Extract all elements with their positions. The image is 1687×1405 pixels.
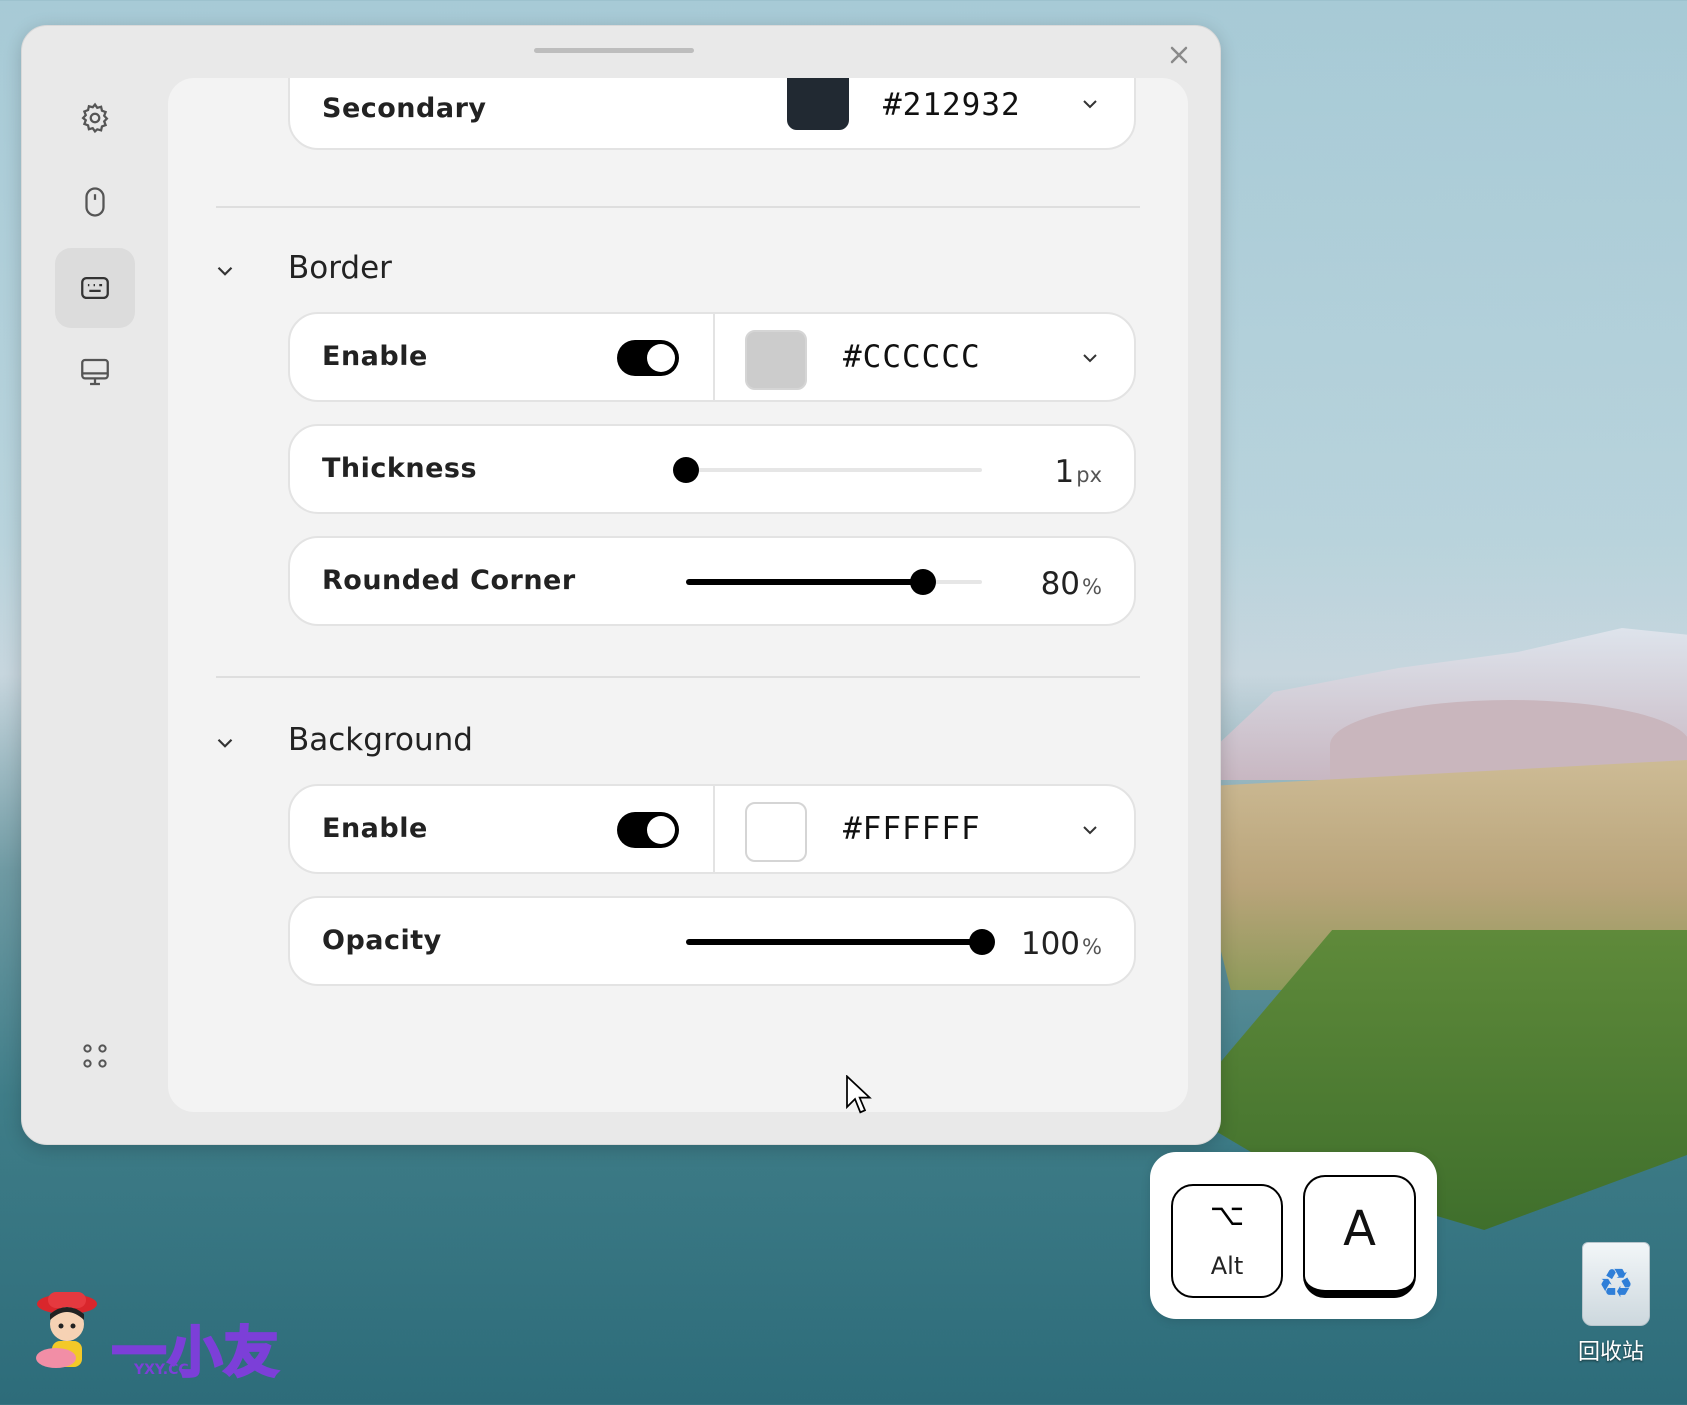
- a-key: A: [1303, 1175, 1416, 1298]
- toggle-knob: [647, 344, 675, 372]
- border-enable-label: Enable: [322, 341, 428, 372]
- close-icon: [1170, 46, 1188, 64]
- row-divider: [713, 786, 715, 872]
- row-divider: [713, 314, 715, 400]
- chevron-down-icon[interactable]: [212, 730, 238, 756]
- option-icon: ⌥: [1209, 1198, 1245, 1233]
- background-enable-toggle[interactable]: [617, 812, 679, 848]
- recycle-bin-icon: [1582, 1242, 1650, 1326]
- rounded-corner-slider[interactable]: [686, 569, 982, 595]
- background-enable-row: Enable #FFFFFF: [288, 784, 1136, 874]
- border-section-title: Border: [288, 250, 392, 286]
- rounded-corner-label: Rounded Corner: [322, 565, 576, 596]
- chevron-down-icon[interactable]: [1078, 346, 1102, 370]
- chevron-down-icon[interactable]: [212, 258, 238, 284]
- background-color-swatch[interactable]: [745, 802, 807, 862]
- opacity-label: Opacity: [322, 925, 442, 956]
- section-divider: [216, 206, 1140, 208]
- recycle-bin[interactable]: 回收站: [1578, 1242, 1652, 1366]
- alt-key-label: Alt: [1210, 1252, 1244, 1280]
- opacity-slider[interactable]: [686, 929, 995, 955]
- watermark-subtext: YXY.CC: [134, 1362, 189, 1378]
- section-divider: [216, 676, 1140, 678]
- slider-fill: [686, 939, 982, 945]
- slider-thumb[interactable]: [969, 929, 995, 955]
- sidebar-item-more[interactable]: [55, 1016, 135, 1096]
- a-key-label: A: [1343, 1201, 1376, 1257]
- chevron-down-icon[interactable]: [1078, 92, 1102, 116]
- toggle-knob: [647, 816, 675, 844]
- sidebar-item-display[interactable]: [55, 332, 135, 412]
- mouse-cursor-icon: [846, 1075, 872, 1114]
- close-button[interactable]: [1162, 38, 1196, 72]
- sidebar-item-general[interactable]: [55, 78, 135, 158]
- secondary-color-row[interactable]: Secondary #212932: [288, 78, 1136, 150]
- border-enable-toggle[interactable]: [617, 340, 679, 376]
- watermark-logo: 一小友 YXY.CC: [24, 1280, 284, 1386]
- opacity-value: 100%: [1020, 926, 1102, 962]
- gear-icon: [81, 102, 109, 134]
- keystroke-overlay: ⌥ Alt A: [1150, 1152, 1437, 1319]
- background-section-title: Background: [288, 722, 473, 758]
- background-enable-label: Enable: [322, 813, 428, 844]
- apps-grid-icon: [83, 1044, 107, 1068]
- border-thickness-row: Thickness 1px: [288, 424, 1136, 514]
- slider-thumb[interactable]: [909, 569, 936, 595]
- border-color-swatch[interactable]: [745, 330, 807, 390]
- secondary-color-swatch[interactable]: [787, 78, 849, 130]
- window-drag-handle[interactable]: [534, 48, 694, 53]
- secondary-label: Secondary: [322, 93, 487, 124]
- thickness-label: Thickness: [322, 453, 478, 484]
- slider-fill: [686, 579, 923, 585]
- mascot-icon: [36, 1292, 97, 1368]
- settings-content: Secondary #212932 Border Enable #CCCCCC …: [168, 78, 1188, 1112]
- recycle-bin-label: 回收站: [1577, 1340, 1644, 1365]
- rounded-corner-value: 80%: [1040, 566, 1102, 602]
- sidebar-item-keystroke[interactable]: [55, 248, 135, 328]
- settings-window: Secondary #212932 Border Enable #CCCCCC …: [21, 25, 1221, 1145]
- chevron-down-icon[interactable]: [1078, 818, 1102, 842]
- mouse-icon: [85, 187, 105, 217]
- thickness-value: 1px: [1054, 454, 1103, 490]
- alt-key: ⌥ Alt: [1171, 1184, 1283, 1298]
- border-hex: #CCCCCC: [843, 339, 981, 375]
- background-hex: #FFFFFF: [843, 811, 981, 847]
- sidebar-item-mouse[interactable]: [55, 162, 135, 242]
- background-opacity-row: Opacity 100%: [288, 896, 1136, 986]
- border-enable-row: Enable #CCCCCC: [288, 312, 1136, 402]
- thickness-slider[interactable]: [673, 457, 982, 483]
- keyboard-icon: [81, 276, 109, 300]
- secondary-hex: #212932: [883, 87, 1021, 123]
- border-rounded-row: Rounded Corner 80%: [288, 536, 1136, 626]
- monitor-icon: [81, 358, 109, 386]
- slider-thumb[interactable]: [673, 457, 699, 483]
